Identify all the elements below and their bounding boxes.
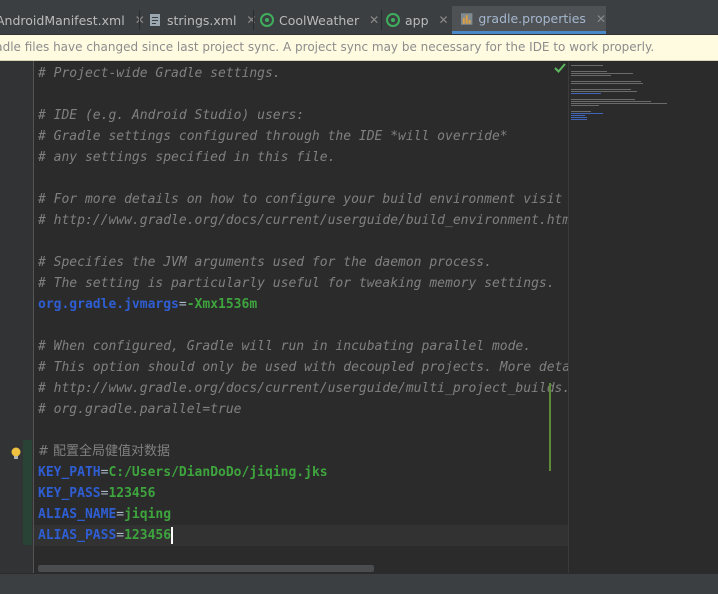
- lightbulb-icon[interactable]: [11, 447, 21, 460]
- close-icon[interactable]: ✕: [439, 13, 449, 27]
- property-equals: =: [178, 297, 187, 312]
- minimap-line: [571, 113, 603, 114]
- minimap-line: [571, 103, 667, 104]
- property-line-alias-name: ALIAS_NAME=jiqing: [38, 504, 171, 525]
- tab-separator: [253, 10, 254, 30]
- editor-tab-bar: AndroidManifest.xml ✕ strings.xml ✕ Cool…: [0, 0, 718, 35]
- tab-strings[interactable]: strings.xml ✕: [148, 6, 256, 34]
- tab-coolweather[interactable]: CoolWeather ✕: [260, 6, 379, 34]
- comment-line: # Gradle settings configured through the…: [38, 129, 508, 144]
- properties-file-icon: [460, 12, 473, 25]
- minimap-line: [571, 91, 637, 92]
- minimap-line: [571, 89, 631, 90]
- minimap-line: [571, 71, 607, 72]
- property-key: KEY_PASS: [38, 486, 101, 501]
- checkmark-icon[interactable]: [554, 62, 566, 74]
- comment-line: # org.gradle.parallel=true: [38, 402, 242, 417]
- minimap-line: [571, 101, 651, 102]
- gradle-module-icon: [260, 13, 274, 27]
- tab-app[interactable]: app ✕: [386, 6, 449, 34]
- property-line-key-pass: KEY_PASS=123456: [38, 483, 155, 504]
- tab-label: CoolWeather: [279, 12, 360, 28]
- close-icon[interactable]: ✕: [246, 13, 256, 27]
- gradle-sync-notification: Gradle files have changed since last pro…: [0, 35, 718, 61]
- property-line-alias-pass: ALIAS_PASS=123456: [38, 525, 174, 546]
- tab-gradle-properties[interactable]: gradle.properties ✕: [452, 6, 606, 34]
- minimap-line: [571, 111, 591, 112]
- horizontal-scrollbar-thumb[interactable]: [38, 565, 374, 572]
- gradle-module-icon: [386, 13, 400, 27]
- property-value: 123456: [124, 528, 172, 543]
- property-value: -Xmx1536m: [186, 297, 258, 312]
- close-icon[interactable]: ✕: [369, 13, 379, 27]
- minimap-line: [571, 115, 585, 116]
- code-minimap[interactable]: [568, 61, 718, 573]
- minimap-line: [571, 75, 611, 76]
- comment-line: # IDE (e.g. Android Studio) users:: [38, 108, 305, 123]
- property-key: ALIAS_NAME: [38, 507, 117, 522]
- tab-label: gradle.properties: [478, 11, 586, 26]
- property-equals: =: [116, 528, 125, 543]
- property-key: org.gradle.jvmargs: [38, 297, 179, 312]
- code-editor[interactable]: # Project-wide Gradle settings. # IDE (e…: [34, 61, 568, 573]
- status-bar: [0, 573, 718, 594]
- tab-label: strings.xml: [167, 12, 237, 28]
- tab-label: AndroidManifest.xml: [0, 12, 125, 28]
- property-value: 123456: [108, 486, 156, 501]
- comment-line: # http://www.gradle.org/docs/current/use…: [38, 213, 568, 228]
- comment-line: # This option should only be used with d…: [38, 360, 568, 375]
- tab-separator: [381, 10, 382, 30]
- close-icon[interactable]: ✕: [596, 12, 606, 26]
- comment-line: # Project-wide Gradle settings.: [38, 66, 281, 81]
- property-value: jiqing: [124, 507, 172, 522]
- minimap-line: [571, 99, 635, 100]
- property-line-jvmargs: org.gradle.jvmargs=-Xmx1536m: [38, 294, 257, 315]
- tab-label: app: [405, 12, 429, 28]
- minimap-line: [571, 65, 603, 66]
- minimap-line: [571, 105, 599, 106]
- minimap-line: [571, 93, 601, 94]
- text-cursor: [171, 527, 174, 544]
- notification-text: Gradle files have changed since last pro…: [0, 40, 655, 54]
- change-indicator-line: [549, 383, 551, 471]
- vcs-change-marker[interactable]: [23, 440, 32, 545]
- minimap-line: [571, 119, 587, 120]
- property-key: KEY_PATH: [38, 465, 101, 480]
- minimap-line: [571, 83, 643, 84]
- comment-line: # any settings specified in this file.: [38, 150, 336, 165]
- minimap-line: [571, 117, 587, 118]
- xml-file-icon: [150, 14, 160, 26]
- comment-line: # For more details on how to configure y…: [38, 192, 563, 207]
- minimap-line: [571, 81, 641, 82]
- property-key: ALIAS_PASS: [38, 528, 117, 543]
- property-equals: =: [116, 507, 125, 522]
- property-line-key-path: KEY_PATH=C:/Users/DianDoDo/jiqing.jks: [38, 462, 328, 483]
- comment-line: # Specifies the JVM arguments used for t…: [38, 255, 492, 270]
- comment-line: # When configured, Gradle will run in in…: [38, 339, 532, 354]
- minimap-line: [571, 73, 633, 74]
- property-value: C:/Users/DianDoDo/jiqing.jks: [108, 465, 328, 480]
- comment-line-cjk: # 配置全局健值对数据: [38, 444, 171, 459]
- comment-line: # The setting is particularly useful for…: [38, 276, 555, 291]
- tab-androidmanifest[interactable]: AndroidManifest.xml ✕: [0, 6, 145, 34]
- tab-separator: [139, 10, 140, 30]
- comment-line: # http://www.gradle.org/docs/current/use…: [38, 381, 568, 396]
